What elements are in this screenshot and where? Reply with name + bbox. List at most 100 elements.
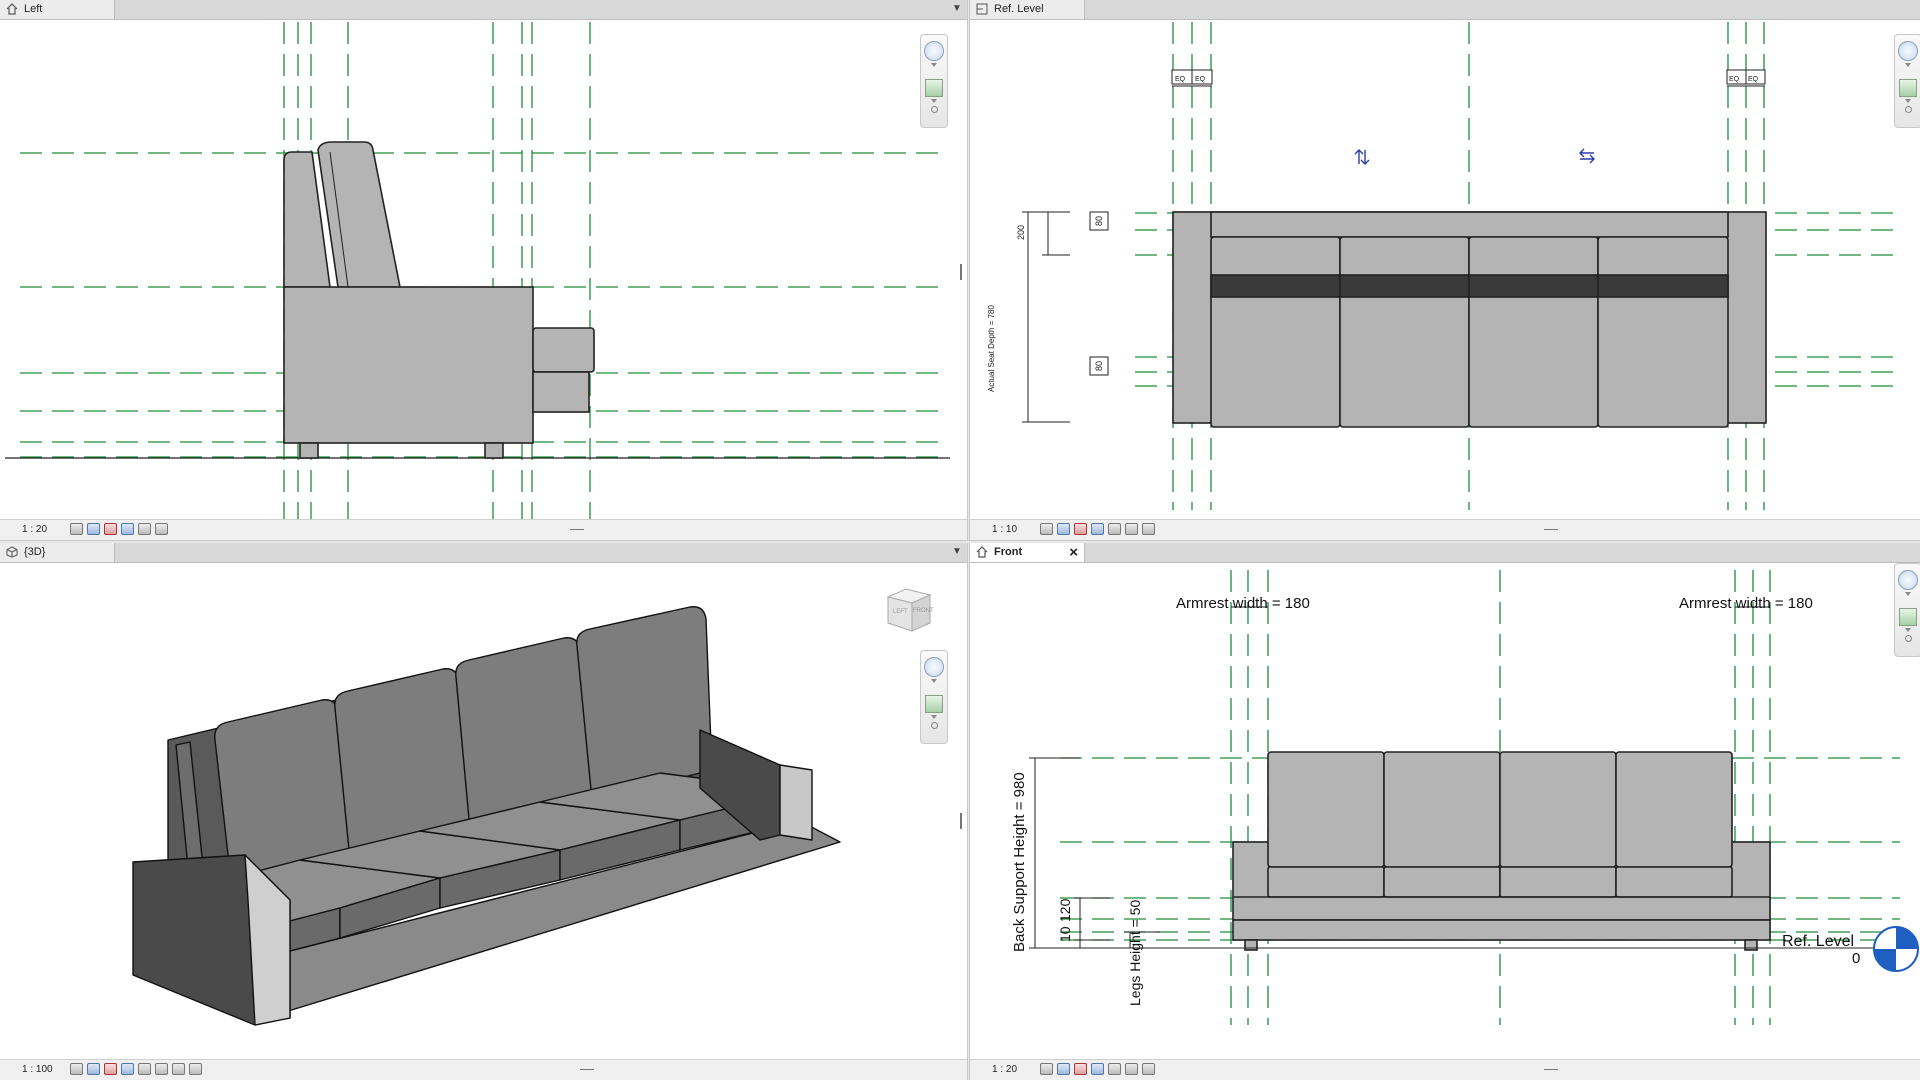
show-crop-icon[interactable]	[172, 1063, 185, 1075]
scroll-grip[interactable]	[960, 264, 962, 280]
options-icon[interactable]	[1904, 106, 1912, 113]
zoom-icon[interactable]	[1899, 79, 1917, 97]
chevron-down-icon[interactable]	[1905, 99, 1911, 103]
chevron-down-icon[interactable]: ▼	[951, 545, 963, 559]
chevron-down-icon[interactable]	[931, 679, 937, 683]
visual-style-icon[interactable]	[1057, 1063, 1070, 1075]
viewcube[interactable]: LEFT FRONT	[884, 585, 934, 635]
view-control-icons	[1040, 1063, 1155, 1075]
chevron-down-icon[interactable]	[1905, 63, 1911, 67]
visual-style-icon[interactable]	[87, 1063, 100, 1075]
dimension-80: 80	[1094, 216, 1104, 226]
detail-level-icon[interactable]	[1040, 1063, 1053, 1075]
plan-view-pane[interactable]: Ref. Level EQ EQ EQ EQ 200 80 80 Actual …	[970, 0, 1920, 540]
crop-icon[interactable]	[1108, 1063, 1121, 1075]
crop-icon[interactable]	[155, 1063, 168, 1075]
front-view-tabbar: Front ×	[970, 543, 1920, 563]
left-view-canvas[interactable]	[0, 20, 967, 520]
hide-isolate-icon[interactable]	[1142, 523, 1155, 535]
view-scale[interactable]: 1 : 10	[992, 524, 1017, 535]
zoom-icon[interactable]	[1899, 608, 1917, 626]
navigation-bar[interactable]	[1894, 563, 1920, 657]
options-icon[interactable]	[930, 722, 938, 729]
left-view-tabbar: Left ▼	[0, 0, 967, 20]
viewcube-left-face: LEFT	[893, 609, 908, 615]
detail-level-icon[interactable]	[1040, 523, 1053, 535]
plan-view-canvas[interactable]: EQ EQ EQ EQ 200 80 80 Actual Seat Depth …	[970, 20, 1920, 520]
close-icon[interactable]: ×	[1069, 543, 1078, 562]
shadows-icon[interactable]	[1091, 1063, 1104, 1075]
view-scale[interactable]: 1 : 20	[22, 524, 47, 535]
scroll-grip[interactable]	[1544, 529, 1558, 530]
crop-icon[interactable]	[138, 523, 151, 535]
visual-style-icon[interactable]	[87, 523, 100, 535]
view-control-icons	[1040, 523, 1155, 535]
hide-isolate-icon[interactable]	[1142, 1063, 1155, 1075]
show-crop-icon[interactable]	[1125, 523, 1138, 535]
dimension-80: 80	[1094, 361, 1104, 371]
armrest-width-right-dimension: Armrest width = 180	[1679, 595, 1813, 612]
tab-left[interactable]: Left	[0, 0, 115, 19]
sofa-plan	[1172, 211, 1767, 428]
left-view-pane[interactable]: Left ▼ 1: 20	[0, 0, 967, 540]
front-view-canvas[interactable]: Armrest width = 180 Armrest width = 180 …	[970, 563, 1920, 1060]
show-crop-icon[interactable]	[155, 523, 168, 535]
detail-level-icon[interactable]	[70, 1063, 83, 1075]
actual-seat-depth-dimension: Actual Seat Depth = 780	[987, 305, 996, 393]
crop-icon[interactable]	[1108, 523, 1121, 535]
scroll-grip[interactable]	[580, 1069, 594, 1070]
chevron-down-icon[interactable]	[1905, 592, 1911, 596]
chevron-down-icon[interactable]: ▼	[951, 2, 963, 16]
chevron-down-icon[interactable]	[1905, 628, 1911, 632]
tab-ref-level[interactable]: Ref. Level	[970, 0, 1085, 19]
options-icon[interactable]	[930, 106, 938, 113]
3d-view-pane[interactable]: {3D} ▼ LEFT FRONT 1: 100	[0, 543, 967, 1080]
shadows-icon[interactable]	[1091, 523, 1104, 535]
tab-front[interactable]: Front ×	[970, 543, 1085, 562]
navigation-bar[interactable]	[1894, 34, 1920, 128]
shadows-icon[interactable]	[121, 1063, 134, 1075]
steering-wheel-icon[interactable]	[1898, 570, 1918, 590]
eq-label: EQ	[1175, 76, 1186, 83]
options-icon[interactable]	[1904, 635, 1912, 642]
steering-wheel-icon[interactable]	[924, 41, 944, 61]
view-scale[interactable]: 1 : 20	[992, 1064, 1017, 1075]
scroll-grip[interactable]	[1544, 1069, 1558, 1070]
floor-plan-icon	[976, 3, 988, 15]
tab-3d[interactable]: {3D}	[0, 543, 115, 562]
zoom-icon[interactable]	[925, 79, 943, 97]
sun-path-icon[interactable]	[1074, 523, 1087, 535]
steering-wheel-icon[interactable]	[924, 657, 944, 677]
shadows-icon[interactable]	[121, 523, 134, 535]
steering-wheel-icon[interactable]	[1898, 41, 1918, 61]
chevron-down-icon[interactable]	[931, 715, 937, 719]
sun-path-icon[interactable]	[1074, 1063, 1087, 1075]
scroll-grip[interactable]	[570, 529, 584, 530]
level-elevation: 0	[1852, 950, 1860, 967]
navigation-bar[interactable]	[920, 34, 948, 128]
3d-view-canvas[interactable]	[0, 563, 967, 1060]
chevron-down-icon[interactable]	[931, 99, 937, 103]
chevron-down-icon[interactable]	[931, 63, 937, 67]
dimension-120: 120	[1057, 898, 1073, 922]
eq-label: EQ	[1195, 76, 1206, 83]
detail-level-icon[interactable]	[70, 523, 83, 535]
level-name: Ref. Level	[1782, 933, 1854, 950]
lock-view-icon[interactable]	[189, 1063, 202, 1075]
tab-ref-level-label: Ref. Level	[994, 3, 1044, 15]
legs-height-dimension: Legs Height = 50	[1127, 900, 1143, 1006]
horizontal-splitter[interactable]	[0, 540, 1920, 543]
show-crop-icon[interactable]	[1125, 1063, 1138, 1075]
sofa-side-elevation	[283, 141, 595, 459]
render-icon[interactable]	[138, 1063, 151, 1075]
scroll-grip[interactable]	[960, 813, 962, 829]
level-head-icon	[1873, 926, 1919, 972]
sun-path-icon[interactable]	[104, 523, 117, 535]
front-view-pane[interactable]: Front × Armrest width = 180 Armrest widt…	[970, 543, 1920, 1080]
view-scale[interactable]: 1 : 100	[22, 1064, 53, 1075]
view-control-icons	[70, 523, 168, 535]
zoom-icon[interactable]	[925, 695, 943, 713]
sun-path-icon[interactable]	[104, 1063, 117, 1075]
visual-style-icon[interactable]	[1057, 523, 1070, 535]
navigation-bar[interactable]	[920, 650, 948, 744]
